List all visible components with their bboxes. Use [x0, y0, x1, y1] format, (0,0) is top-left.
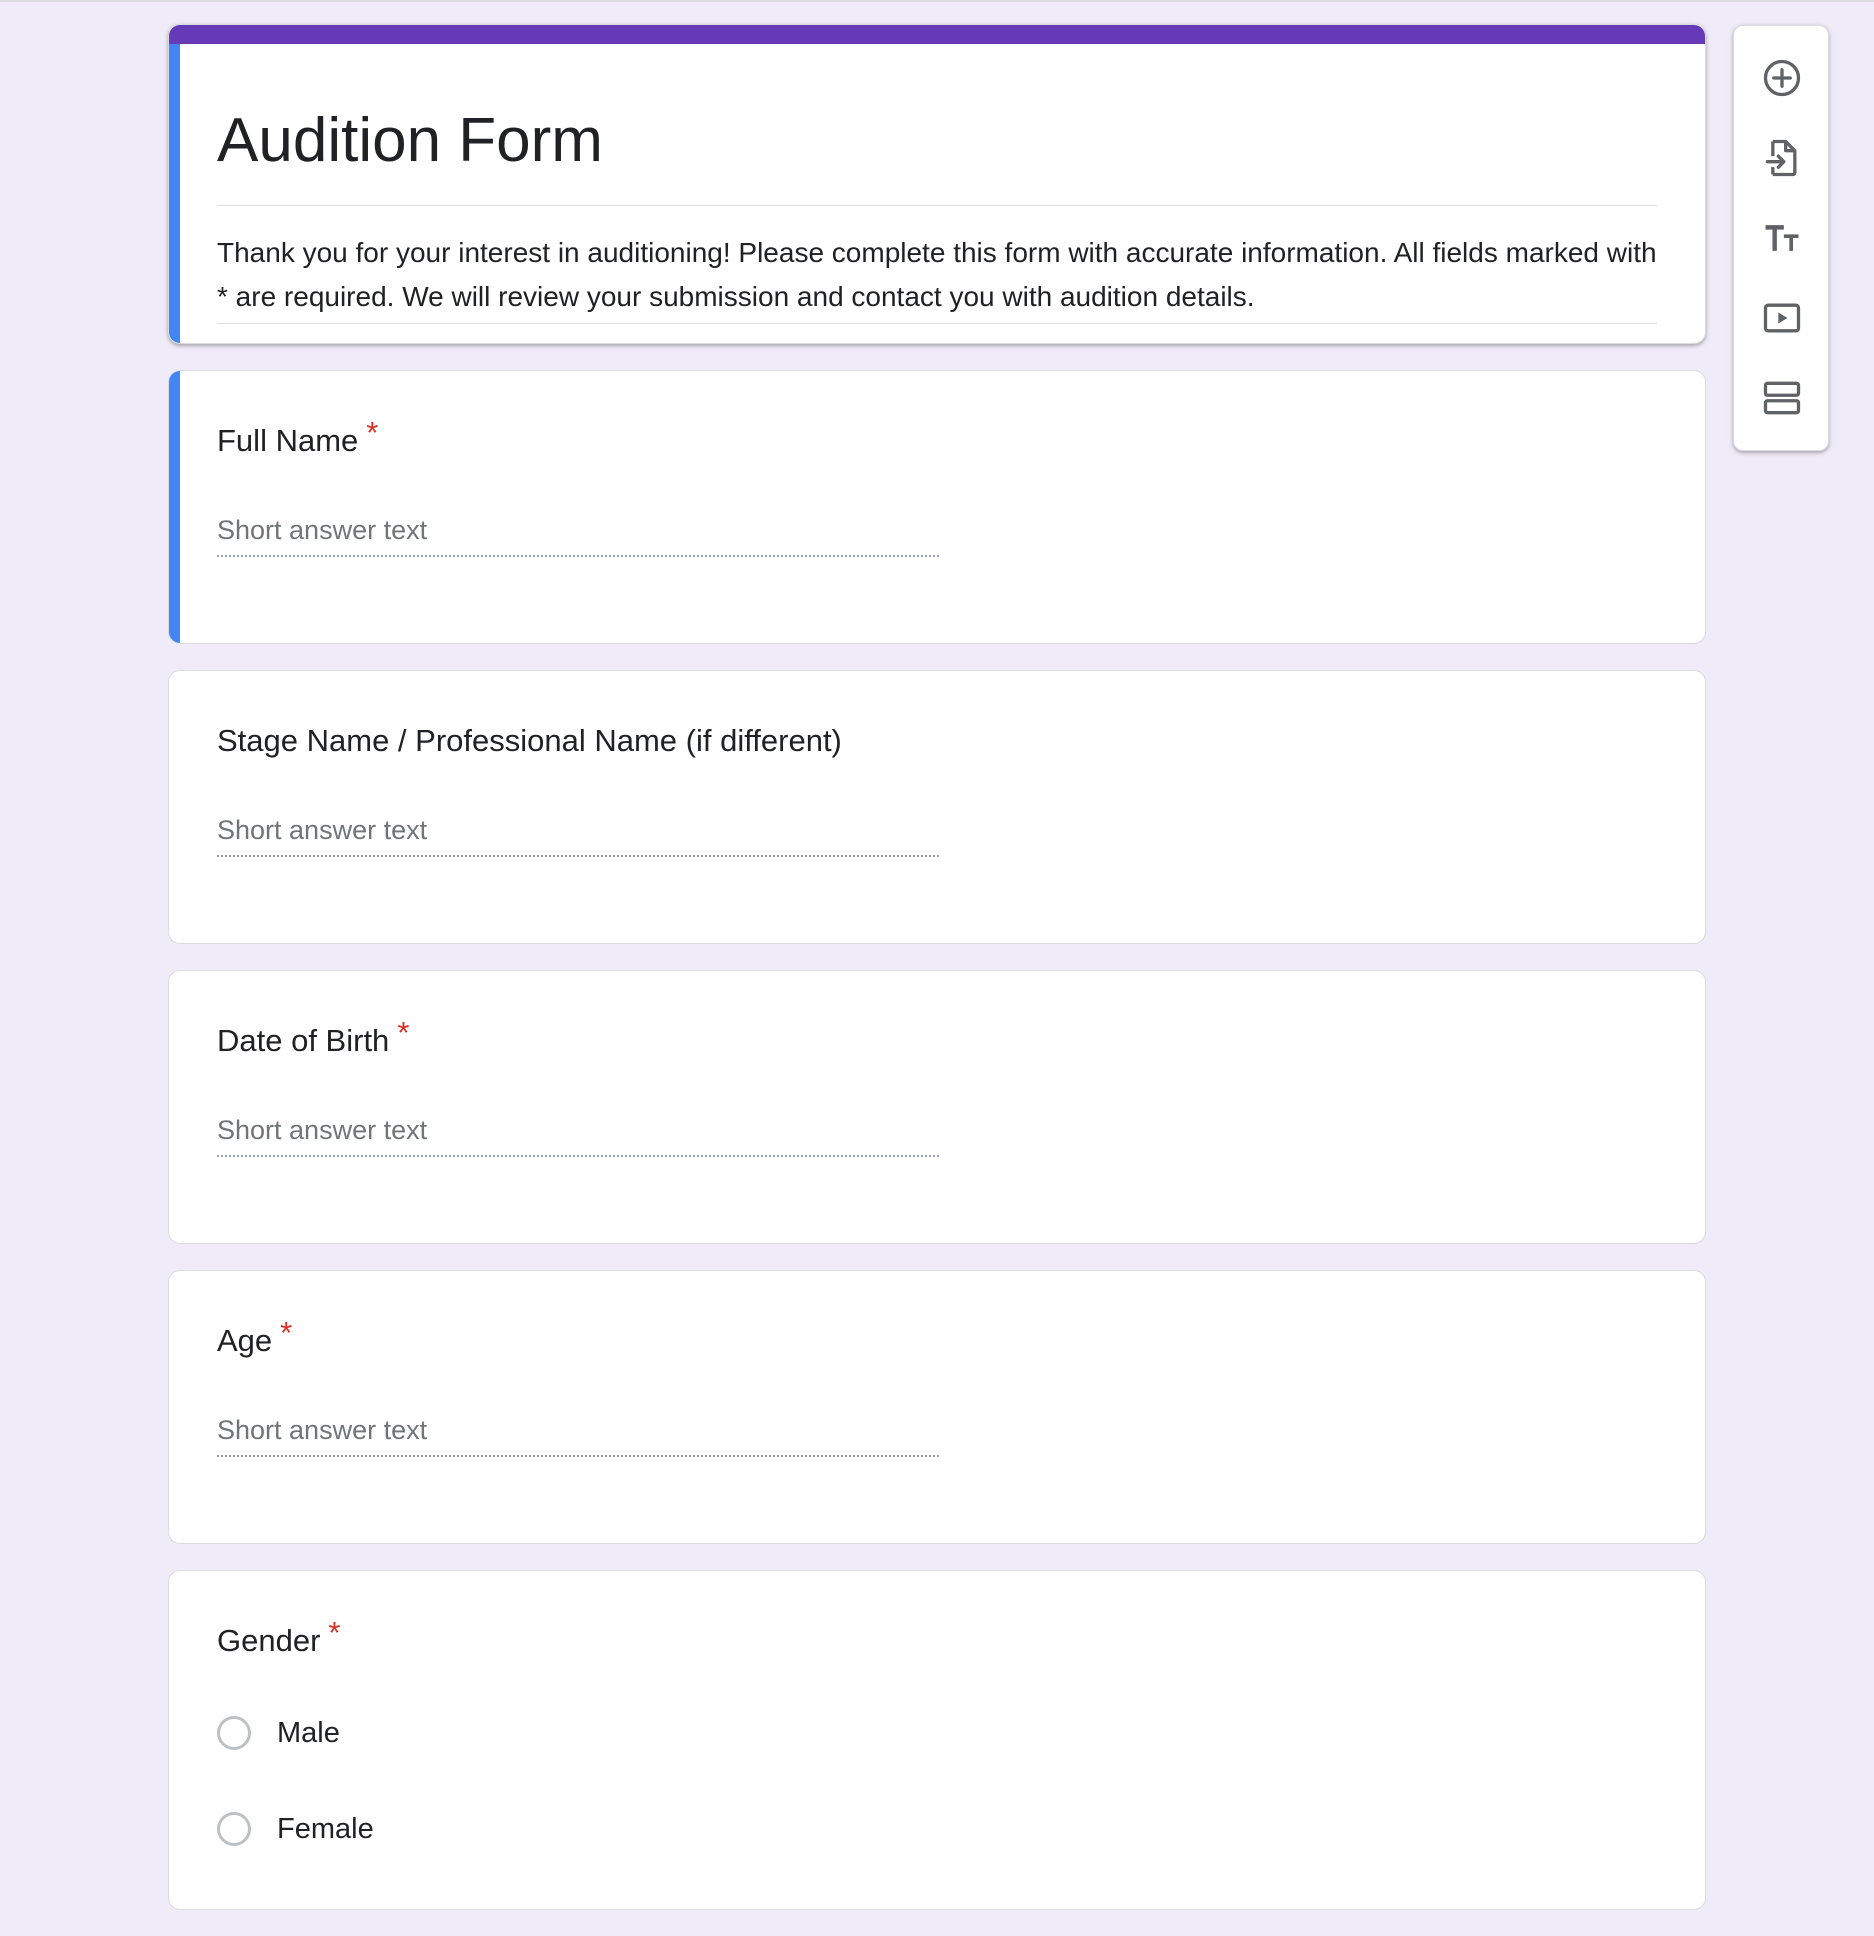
radio-option-female[interactable]: Female [217, 1807, 374, 1851]
required-asterisk: * [366, 415, 379, 450]
form-column: Audition Form Thank you for your interes… [168, 24, 1706, 1936]
form-description[interactable]: Thank you for your interest in auditioni… [217, 231, 1657, 324]
question-title[interactable]: Stage Name / Professional Name (if diffe… [217, 719, 842, 763]
radio-option-label: Female [277, 1812, 374, 1845]
import-questions-icon [1765, 139, 1797, 177]
add-video-icon [1763, 303, 1801, 333]
radio-button[interactable] [217, 1812, 251, 1846]
add-title-icon [1765, 225, 1799, 251]
form-title[interactable]: Audition Form [217, 91, 1657, 206]
question-title-text: Gender [217, 1623, 321, 1658]
add-circle-icon [1763, 59, 1801, 97]
add-title-button[interactable] [1752, 208, 1812, 268]
question-title[interactable]: Date of Birth * [217, 1015, 409, 1063]
import-questions-button[interactable] [1752, 128, 1812, 188]
question-card-full-name[interactable]: Full Name * Short answer text [168, 370, 1706, 644]
add-video-button[interactable] [1752, 288, 1812, 348]
radio-option-label: Male [277, 1716, 340, 1749]
top-divider [0, 0, 1874, 2]
short-answer-field[interactable]: Short answer text [217, 1111, 939, 1157]
question-card-stage-name[interactable]: Stage Name / Professional Name (if diffe… [168, 670, 1706, 944]
active-indicator [169, 44, 180, 343]
add-section-icon [1763, 381, 1801, 415]
question-title[interactable]: Full Name * [217, 415, 378, 463]
accent-bar [169, 25, 1705, 44]
short-answer-field[interactable]: Short answer text [217, 1411, 939, 1457]
add-question-button[interactable] [1752, 48, 1812, 108]
question-title-text: Full Name [217, 423, 359, 458]
question-title[interactable]: Gender * [217, 1615, 340, 1663]
question-title-text: Date of Birth [217, 1023, 390, 1058]
question-card-date-of-birth[interactable]: Date of Birth * Short answer text [168, 970, 1706, 1244]
short-answer-field[interactable]: Short answer text [217, 511, 939, 557]
active-indicator [169, 371, 180, 643]
radio-button[interactable] [217, 1716, 251, 1750]
radio-option-male[interactable]: Male [217, 1711, 340, 1755]
short-answer-field[interactable]: Short answer text [217, 811, 939, 857]
question-title-text: Age [217, 1323, 273, 1358]
form-header-card[interactable]: Audition Form Thank you for your interes… [168, 24, 1706, 344]
required-asterisk: * [397, 1015, 410, 1050]
required-asterisk: * [280, 1315, 293, 1350]
question-card-age[interactable]: Age * Short answer text [168, 1270, 1706, 1544]
question-title[interactable]: Age * [217, 1315, 292, 1363]
required-asterisk: * [328, 1615, 341, 1650]
add-section-button[interactable] [1752, 368, 1812, 428]
floating-toolbar [1733, 25, 1829, 451]
question-title-text: Stage Name / Professional Name (if diffe… [217, 723, 842, 758]
question-card-gender[interactable]: Gender * Male Female [168, 1570, 1706, 1910]
